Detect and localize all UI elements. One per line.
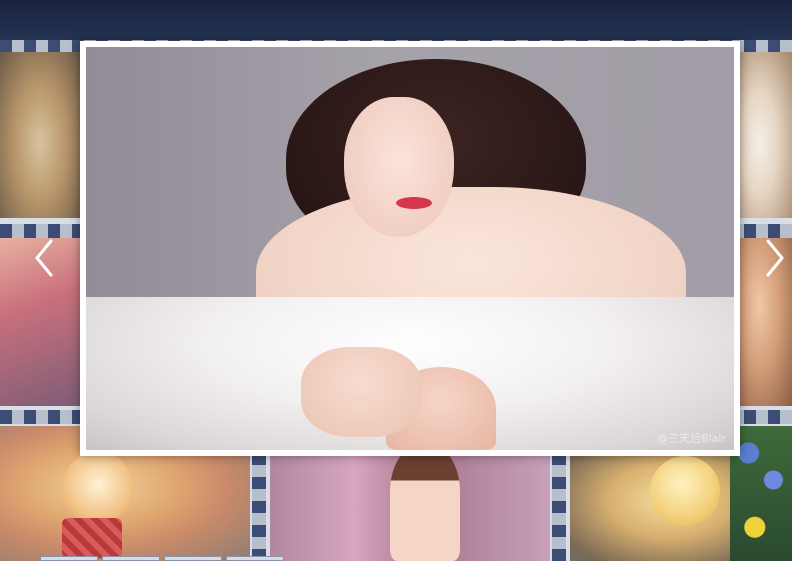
chevron-left-icon (35, 239, 53, 277)
pomeranian-face (62, 452, 134, 524)
portrait-face (344, 97, 454, 237)
image-watermark: @三天后Blair (657, 432, 726, 445)
thumbnail-pet-right-top[interactable] (738, 52, 792, 218)
chevron-right-icon (766, 239, 784, 277)
bottom-tab[interactable] (102, 556, 160, 561)
portrait-hand (301, 347, 421, 437)
next-image-button[interactable] (760, 233, 790, 283)
bottom-tab[interactable] (164, 556, 222, 561)
prev-image-button[interactable] (29, 233, 59, 283)
header-bar (0, 0, 792, 40)
portrait-lips (396, 197, 432, 209)
lightbox-image[interactable]: @三天后Blair (86, 47, 734, 450)
pomeranian-scarf (62, 518, 122, 558)
lightbox-frame: @三天后Blair (80, 41, 740, 456)
thumbnail-dog[interactable] (0, 52, 80, 218)
bottom-tab[interactable] (226, 556, 284, 561)
chick-body (650, 456, 720, 526)
bottom-tab[interactable] (40, 556, 98, 561)
woman-figure (390, 446, 460, 561)
